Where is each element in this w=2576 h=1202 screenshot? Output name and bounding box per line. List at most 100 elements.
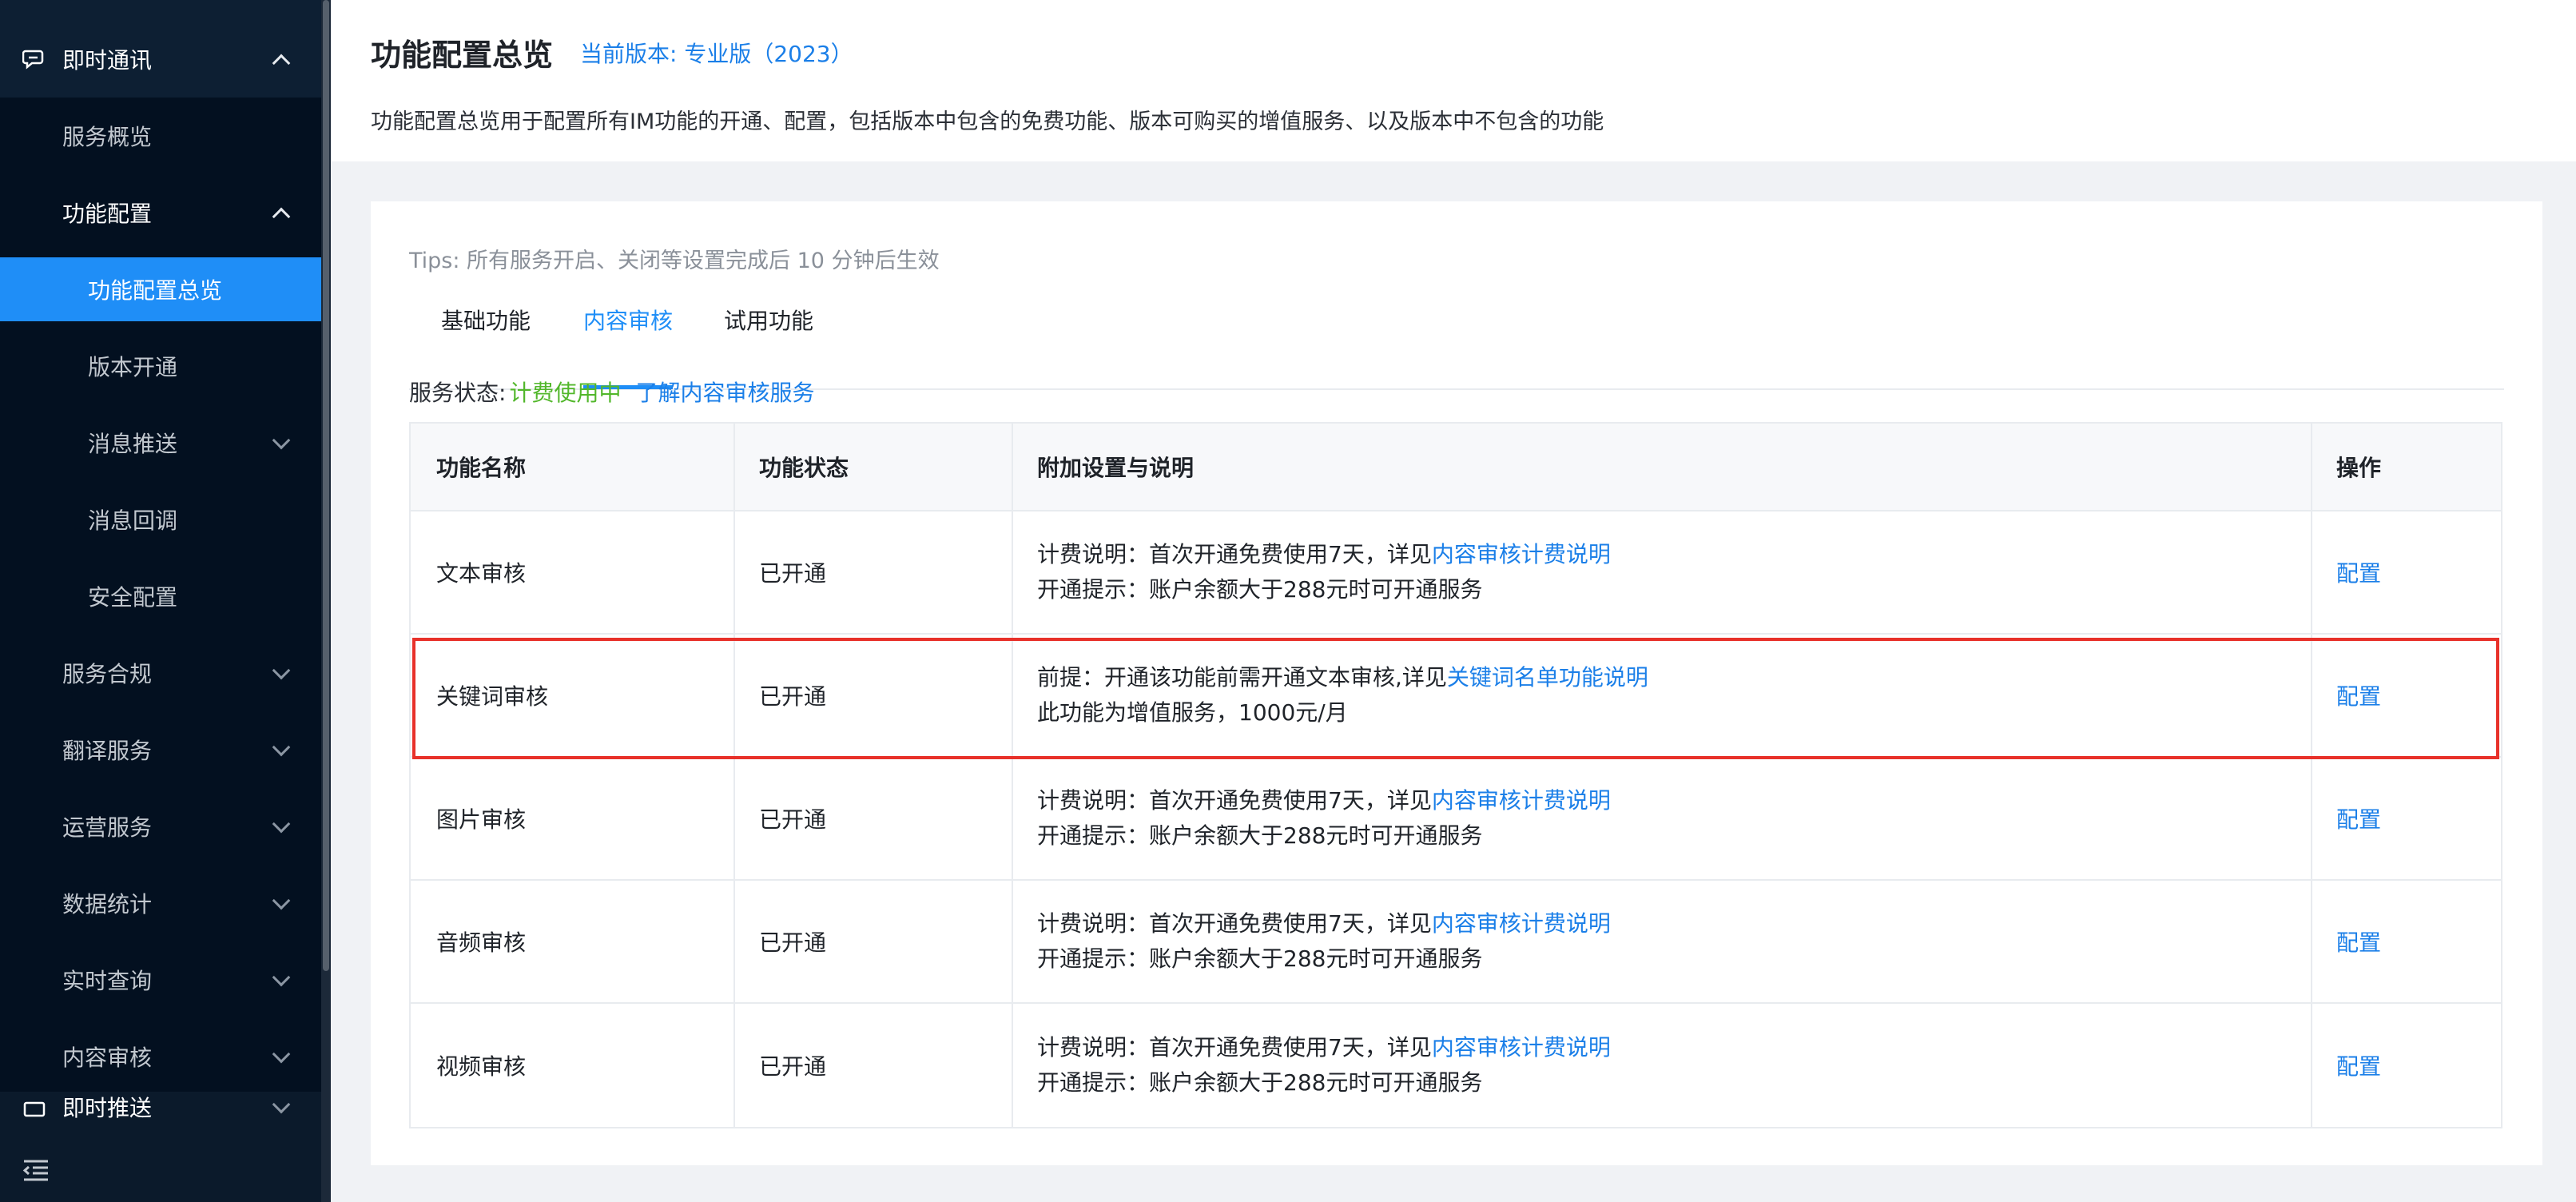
sidebar-item-version[interactable]: 版本开通 [0, 328, 321, 404]
sidebar-item-im[interactable]: 即时通讯 [0, 21, 321, 98]
sidebar: 即时通讯 服务概览 功能配置 功能配置总览 版本开通 消息推送 消息回调 安全配… [0, 0, 321, 1202]
table-row: 视频审核 已开通 计费说明：首次开通免费使用7天，详见内容审核计费说明 开通提示… [411, 1004, 2501, 1127]
sidebar-item-label: 消息回调 [88, 507, 178, 534]
table-row: 关键词审核 已开通 前提：开通该功能前需开通文本审核,详见关键词名单功能说明 此… [411, 635, 2501, 758]
feature-notes: 计费说明：首次开通免费使用7天，详见内容审核计费说明 开通提示：账户余额大于28… [1012, 758, 2311, 879]
keyword-doc-link[interactable]: 关键词名单功能说明 [1447, 664, 1648, 691]
sidebar-item-security[interactable]: 安全配置 [0, 558, 321, 635]
feature-name: 关键词审核 [436, 683, 549, 710]
sidebar-item-content-moderation[interactable]: 内容审核 [0, 1018, 321, 1095]
chevron-down-icon [272, 1045, 291, 1064]
notes-text: 此功能为增值服务，1000元/月 [1037, 699, 1348, 726]
feature-name: 视频审核 [436, 1053, 527, 1080]
chat-icon [22, 50, 44, 70]
notes-text: 开通提示：账户余额大于288元时可开通服务 [1037, 822, 1483, 849]
notes-text: 开通提示：账户余额大于288元时可开通服务 [1037, 1069, 1483, 1096]
notes-text: 前提：开通该功能前需开通文本审核,详见 [1037, 664, 1447, 691]
learn-moderation-link[interactable]: 了解内容审核服务 [635, 380, 814, 406]
tips-text: Tips: 所有服务开启、关闭等设置完成后 10 分钟后生效 [409, 249, 940, 273]
feature-status: 已开通 [759, 1053, 827, 1080]
notes-text: 计费说明：首次开通免费使用7天，详见 [1037, 910, 1432, 937]
sidebar-item-feature-overview[interactable]: 功能配置总览 [0, 257, 321, 321]
service-status-row: 服务状态: 计费使用中 了解内容审核服务 [409, 376, 814, 408]
feature-name: 文本审核 [436, 560, 527, 587]
chevron-down-icon [272, 661, 291, 680]
content-card: Tips: 所有服务开启、关闭等设置完成后 10 分钟后生效 基础功能 内容审核… [371, 201, 2542, 1165]
notes-text: 计费说明：首次开通免费使用7天，详见 [1037, 787, 1432, 814]
notes-text: 开通提示：账户余额大于288元时可开通服务 [1037, 945, 1483, 972]
feature-status: 已开通 [759, 806, 827, 833]
sidebar-item-label: 功能配置 [62, 201, 153, 227]
configure-link[interactable]: 配置 [2336, 679, 2501, 711]
version-link[interactable]: 当前版本: 专业版（2023） [580, 37, 853, 69]
sidebar-item-push[interactable]: 消息推送 [0, 404, 321, 481]
service-status-label: 服务状态: [409, 380, 507, 406]
feature-notes: 前提：开通该功能前需开通文本审核,详见关键词名单功能说明 此功能为增值服务，10… [1012, 635, 2311, 756]
sidebar-item-compliance[interactable]: 服务合规 [0, 635, 321, 711]
configure-link[interactable]: 配置 [2336, 925, 2501, 957]
table-header: 功能名称 功能状态 附加设置与说明 操作 [411, 424, 2501, 511]
sidebar-item-instant-push[interactable]: 即时推送 [0, 1092, 321, 1127]
sidebar-item-label: 即时通讯 [62, 47, 153, 74]
chevron-down-icon [272, 968, 291, 987]
sidebar-item-label: 内容审核 [62, 1045, 153, 1071]
sidebar-item-statistics[interactable]: 数据统计 [0, 865, 321, 941]
feature-name: 图片审核 [436, 806, 527, 833]
sidebar-item-label: 消息推送 [88, 431, 178, 457]
table-row: 图片审核 已开通 计费说明：首次开通免费使用7天，详见内容审核计费说明 开通提示… [411, 758, 2501, 881]
sidebar-item-callback[interactable]: 消息回调 [0, 481, 321, 558]
chevron-down-icon [272, 814, 291, 834]
chevron-down-icon [272, 1095, 291, 1114]
configure-link[interactable]: 配置 [2336, 802, 2501, 834]
chevron-up-icon [272, 207, 291, 226]
configure-link[interactable]: 配置 [2336, 1049, 2501, 1081]
scrollbar-thumb[interactable] [323, 0, 329, 971]
sidebar-scrollbar[interactable] [321, 0, 331, 1202]
page-header: 功能配置总览 当前版本: 专业版（2023） 功能配置总览用于配置所有IM功能的… [331, 0, 2576, 161]
sidebar-item-label: 实时查询 [62, 968, 153, 994]
sidebar-item-feature-config[interactable]: 功能配置 [0, 174, 321, 251]
column-header-settings: 附加设置与说明 [1037, 455, 1195, 481]
sidebar-item-label: 版本开通 [88, 354, 178, 380]
sidebar-footer: 即时推送 [0, 1092, 321, 1202]
chevron-down-icon [272, 431, 291, 450]
billing-doc-link[interactable]: 内容审核计费说明 [1432, 910, 1611, 937]
chevron-down-icon [272, 891, 291, 910]
column-header-status: 功能状态 [759, 455, 849, 481]
sidebar-item-label: 运营服务 [62, 814, 153, 841]
feature-notes: 计费说明：首次开通免费使用7天，详见内容审核计费说明 开通提示：账户余额大于28… [1012, 511, 2311, 633]
collapse-menu-icon[interactable] [22, 1159, 50, 1181]
sidebar-item-overview[interactable]: 服务概览 [0, 98, 321, 174]
configure-link[interactable]: 配置 [2336, 556, 2501, 588]
chevron-down-icon [272, 738, 291, 757]
feature-notes: 计费说明：首次开通免费使用7天，详见内容审核计费说明 开通提示：账户余额大于28… [1012, 1004, 2311, 1127]
page-description: 功能配置总览用于配置所有IM功能的开通、配置，包括版本中包含的免费功能、版本可购… [371, 109, 1604, 134]
sidebar-item-label: 翻译服务 [62, 738, 153, 764]
sidebar-item-label: 功能配置总览 [88, 277, 223, 304]
sidebar-item-label: 数据统计 [62, 891, 153, 917]
feature-notes: 计费说明：首次开通免费使用7天，详见内容审核计费说明 开通提示：账户余额大于28… [1012, 881, 2311, 1002]
chevron-up-icon [272, 54, 291, 73]
billing-doc-link[interactable]: 内容审核计费说明 [1432, 1034, 1611, 1061]
sidebar-item-label: 即时推送 [62, 1095, 153, 1121]
feature-name: 音频审核 [436, 929, 527, 956]
service-status-value: 计费使用中 [509, 380, 622, 406]
sidebar-item-realtime-query[interactable]: 实时查询 [0, 941, 321, 1018]
sidebar-item-label: 服务合规 [62, 661, 153, 687]
table-row: 音频审核 已开通 计费说明：首次开通免费使用7天，详见内容审核计费说明 开通提示… [411, 881, 2501, 1004]
feature-table: 功能名称 功能状态 附加设置与说明 操作 文本审核 已开通 计费说明：首次开通免… [409, 422, 2502, 1128]
sidebar-item-translation[interactable]: 翻译服务 [0, 711, 321, 788]
feature-status: 已开通 [759, 560, 827, 587]
sidebar-item-operations[interactable]: 运营服务 [0, 788, 321, 865]
billing-doc-link[interactable]: 内容审核计费说明 [1432, 787, 1611, 814]
notes-text: 计费说明：首次开通免费使用7天，详见 [1037, 1034, 1432, 1061]
sidebar-item-label: 服务概览 [62, 124, 153, 150]
notes-text: 计费说明：首次开通免费使用7天，详见 [1037, 541, 1432, 567]
push-icon [23, 1101, 46, 1117]
notes-text: 开通提示：账户余额大于288元时可开通服务 [1037, 576, 1483, 603]
column-header-name: 功能名称 [436, 455, 527, 481]
sidebar-item-label: 安全配置 [88, 584, 178, 611]
feature-status: 已开通 [759, 683, 827, 710]
page-title: 功能配置总览 [371, 38, 554, 73]
billing-doc-link[interactable]: 内容审核计费说明 [1432, 541, 1611, 567]
